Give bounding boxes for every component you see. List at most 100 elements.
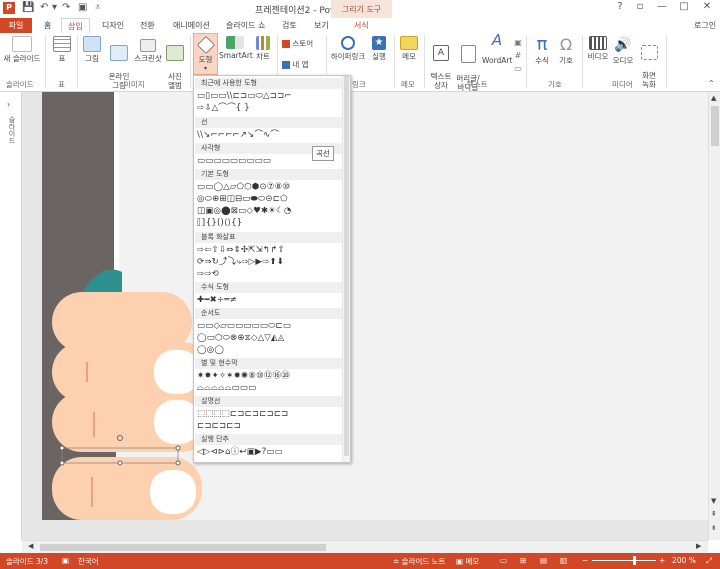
- tab-review[interactable]: 검토: [282, 20, 297, 31]
- equation-button[interactable]: π 수식: [531, 36, 553, 66]
- scroll-right-icon[interactable]: ▶: [696, 542, 701, 550]
- tab-file[interactable]: 파일: [0, 18, 32, 33]
- slide[interactable]: [42, 92, 708, 520]
- shape-row[interactable]: ⇨⇩△⌒⌒{ }: [197, 103, 250, 114]
- scroll-down-icon[interactable]: ▼: [711, 497, 716, 505]
- my-apps-button[interactable]: 내 앱: [282, 60, 322, 69]
- comment-button[interactable]: 메모: [398, 36, 420, 61]
- tab-transitions[interactable]: 전환: [140, 20, 155, 31]
- zoom-slider[interactable]: [592, 560, 656, 561]
- symbol-button[interactable]: Ω 기호: [555, 36, 577, 66]
- gallery-scrollbar[interactable]: [342, 76, 350, 462]
- zoom-in-icon[interactable]: +: [659, 556, 665, 565]
- resize-handle[interactable]: [117, 460, 123, 466]
- chart-button[interactable]: 차트: [253, 36, 273, 61]
- shape-row[interactable]: ▭▭◯△▱⬠⬡⬢⊙⑦⑧⑩: [197, 182, 290, 193]
- date-time-icon[interactable]: ▣: [512, 36, 524, 49]
- customize-qat-icon[interactable]: ⩡: [95, 2, 101, 13]
- shape-row[interactable]: ◁▷⊲⊳⌂ⓘ↩▣▶?▭▭: [197, 447, 283, 458]
- resize-handle[interactable]: [175, 445, 181, 451]
- video-button[interactable]: 비디오: [586, 36, 610, 61]
- shape-row[interactable]: ▭▯▭▭\\⊏⊐▭⬭△⊐⊐⌐: [197, 91, 292, 102]
- ribbon-display-icon[interactable]: ▫: [630, 1, 650, 12]
- audio-button[interactable]: 🔊 오디오: [611, 36, 635, 65]
- slide-thumbnail-pane[interactable]: › 슬라이드: [0, 92, 22, 540]
- textbox-button[interactable]: A 텍스트 상자: [428, 36, 454, 90]
- shapes-button[interactable]: 도형 ▾: [193, 33, 218, 75]
- text-more-buttons[interactable]: ▣ # ▭: [512, 36, 524, 75]
- notes-button[interactable]: ≐ 슬라이드 노트: [393, 556, 445, 567]
- shape-row[interactable]: \\↘⌐⌐⌐⌐↗↘⌒∿⌒: [197, 130, 279, 141]
- smartart-button[interactable]: SmartArt: [219, 36, 253, 60]
- vertical-scrollbar[interactable]: ▲ ▼ ⇞ ⇟: [708, 92, 720, 540]
- picture-button[interactable]: 그림: [80, 36, 104, 63]
- shape-row[interactable]: ◎⬭⊕⊞◫⊟▭⬬⬭⊝⊏⬠: [197, 194, 288, 205]
- shape-row[interactable]: ⬚⬚⬚⬚⊏⊐⊏⊐⊏⊐⊏⊐: [197, 409, 289, 420]
- resize-handle[interactable]: [59, 460, 65, 466]
- screenshot-button[interactable]: 스크린샷: [133, 36, 163, 63]
- shape-row[interactable]: ⇨⇨⟲: [197, 269, 219, 280]
- photo-album-button[interactable]: 사진 앨범: [163, 36, 187, 90]
- shape-row[interactable]: ◫▣◎⬤⊠▭◇♥✱☀☾◔: [197, 206, 291, 217]
- wordart-button[interactable]: A WordArt: [482, 33, 512, 66]
- expand-pane-icon[interactable]: ›: [7, 100, 10, 109]
- hyperlink-button[interactable]: 하이퍼링크: [329, 36, 367, 61]
- zoom-out-icon[interactable]: −: [582, 556, 588, 565]
- close-icon[interactable]: ✕: [697, 1, 717, 12]
- slideshow-icon[interactable]: ▥: [560, 556, 567, 565]
- previous-slide-icon[interactable]: ⇞: [711, 510, 717, 518]
- slide-sorter-icon[interactable]: ⊞: [520, 556, 526, 565]
- horizontal-scrollbar[interactable]: ◀ ▶: [22, 540, 708, 554]
- scroll-up-icon[interactable]: ▲: [711, 94, 716, 102]
- zoom-level[interactable]: 200 %: [672, 556, 696, 565]
- screen-recording-button[interactable]: 화면 녹화: [636, 36, 662, 89]
- resize-handle[interactable]: [175, 460, 181, 466]
- tab-home[interactable]: 홈: [44, 20, 51, 31]
- sign-in-link[interactable]: 로그인: [694, 20, 716, 31]
- shape-row[interactable]: ▭▭◇▱▭▭▭▭▭⬭⊏▭: [197, 321, 291, 332]
- shape-row[interactable]: ⟳⇒↻⤴⤵⤷⇨▷▶⇨⬆⬇: [197, 257, 284, 268]
- reading-view-icon[interactable]: ▤: [540, 556, 547, 565]
- scroll-thumb[interactable]: [711, 106, 719, 146]
- fit-slide-icon[interactable]: ⤢: [706, 556, 712, 566]
- table-button[interactable]: 표: [50, 36, 74, 63]
- shape-row[interactable]: ⌓⌓⌓⌓⌓▭▭▭: [197, 383, 256, 394]
- shape-row[interactable]: ⇨⇦⇧⇩⇔⇕✣⇱⇲↰↱⇧: [197, 245, 285, 256]
- redo-icon[interactable]: ↷: [62, 2, 70, 13]
- shape-row[interactable]: ◯▭⬡⬭⊗⊕⧖◇△▽◭◬: [197, 333, 285, 344]
- object-icon[interactable]: ▭: [512, 62, 524, 75]
- h-scroll-thumb[interactable]: [40, 544, 326, 551]
- tab-design[interactable]: 디자인: [102, 20, 124, 31]
- shape-row[interactable]: ✚━✖÷═≠: [197, 295, 237, 306]
- undo-dropdown-icon[interactable]: ▾: [52, 2, 57, 13]
- tab-view[interactable]: 보기: [314, 20, 329, 31]
- slide-number-icon[interactable]: #: [512, 49, 524, 62]
- tab-slideshow[interactable]: 슬라이드 쇼: [226, 20, 265, 31]
- tab-animations[interactable]: 애니메이션: [173, 20, 210, 31]
- tab-format[interactable]: 서식: [354, 20, 369, 31]
- minimize-icon[interactable]: —: [652, 1, 672, 12]
- next-slide-icon[interactable]: ⇟: [711, 524, 717, 532]
- action-button[interactable]: ★ 실행: [368, 36, 390, 61]
- resize-handle[interactable]: [59, 445, 65, 451]
- zoom-slider-thumb[interactable]: [633, 556, 636, 565]
- scroll-left-icon[interactable]: ◀: [28, 542, 33, 550]
- slideshow-start-icon[interactable]: ▣: [78, 2, 87, 13]
- comments-button[interactable]: ▣ 메모: [456, 556, 479, 567]
- collapse-ribbon-icon[interactable]: ⌃: [708, 79, 715, 88]
- shape-row[interactable]: ⊏⊐⊏⊐⊏⊐: [197, 421, 241, 432]
- shape-row[interactable]: ▭▭▭▭▭▭▭▭▭: [197, 156, 271, 167]
- save-icon[interactable]: 💾: [22, 2, 34, 13]
- store-button[interactable]: 스토어: [282, 39, 322, 48]
- maximize-icon[interactable]: □: [674, 1, 694, 12]
- language-indicator[interactable]: 한국어: [78, 556, 99, 567]
- new-slide-button[interactable]: 새 슬라이드: [2, 36, 42, 63]
- shape-row[interactable]: ⟦⟧{}()⟨⟩{}: [197, 218, 242, 229]
- gallery-scroll-thumb[interactable]: [344, 76, 349, 456]
- shape-row[interactable]: ✷✸✦✧✶✹✺⑧⑩⑫⑯⑳: [197, 371, 290, 382]
- help-icon[interactable]: ?: [610, 1, 630, 12]
- shape-row[interactable]: ◯◎◯: [197, 345, 224, 356]
- normal-view-icon[interactable]: ▭: [500, 556, 507, 565]
- spell-check-icon[interactable]: ▣: [62, 556, 69, 565]
- undo-icon[interactable]: ↶: [40, 2, 48, 13]
